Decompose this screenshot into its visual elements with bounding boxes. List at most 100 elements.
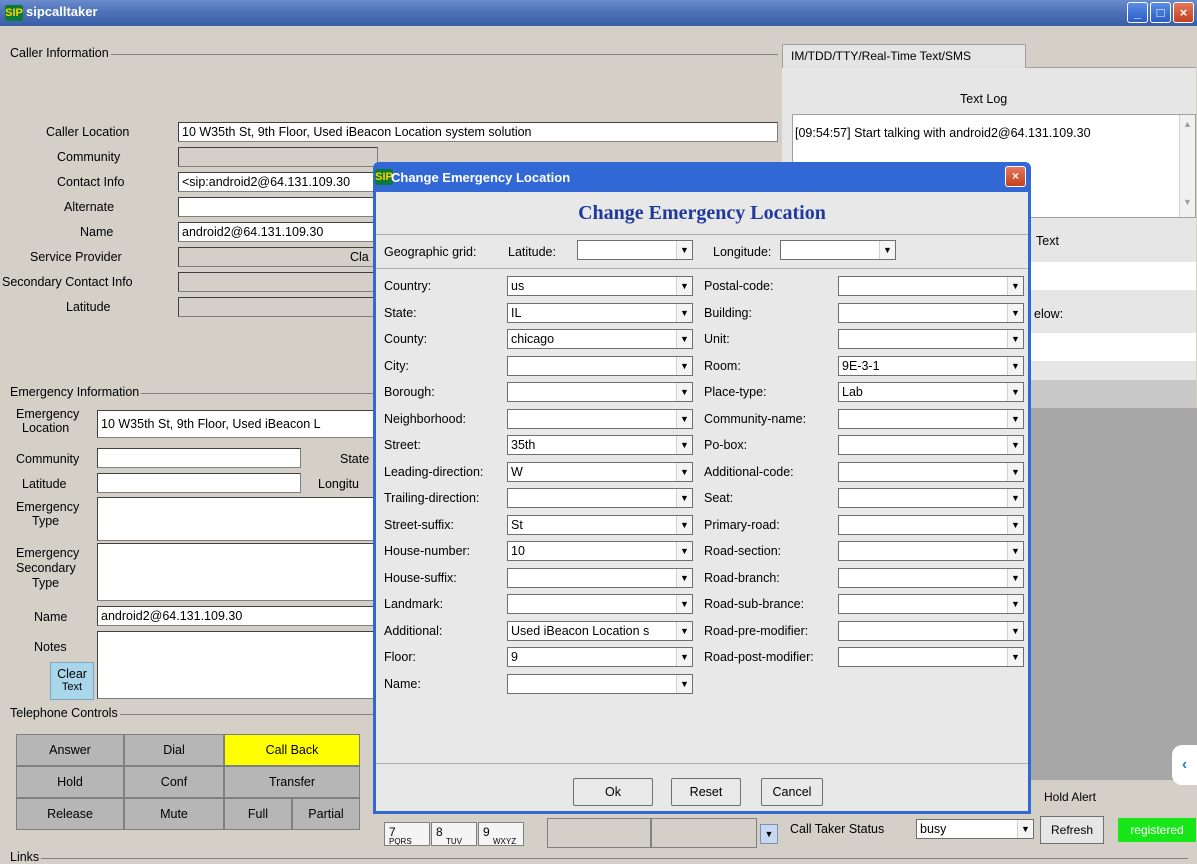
left-select-10[interactable]: 10 ▼	[507, 541, 693, 561]
right-select-4[interactable]: Lab ▼	[838, 382, 1024, 402]
maximize-icon[interactable]: □	[1150, 2, 1171, 23]
chevron-down-icon[interactable]: ▼	[676, 436, 692, 454]
right-select-12[interactable]: ▼	[838, 594, 1024, 614]
notes-field[interactable]	[97, 631, 377, 699]
geo-latitude-select[interactable]: ▼	[577, 240, 693, 260]
text-input[interactable]	[1030, 262, 1196, 290]
tab-im-tdd-tty[interactable]: IM/TDD/TTY/Real-Time Text/SMS	[782, 44, 1026, 68]
contact-info-field[interactable]: <sip:android2@64.131.109.30	[178, 172, 378, 192]
alternate-field[interactable]	[178, 197, 378, 217]
speed-dial-dropdown-icon[interactable]: ▼	[760, 824, 778, 844]
hold-button[interactable]: Hold	[16, 766, 124, 798]
chevron-down-icon[interactable]: ▼	[676, 410, 692, 428]
left-select-0[interactable]: us ▼	[507, 276, 693, 296]
left-select-7[interactable]: W ▼	[507, 462, 693, 482]
right-select-5[interactable]: ▼	[838, 409, 1024, 429]
chevron-down-icon[interactable]: ▼	[676, 277, 692, 295]
left-select-2[interactable]: chicago ▼	[507, 329, 693, 349]
call-taker-status-select[interactable]: busy ▼	[916, 819, 1034, 839]
close-icon[interactable]: ×	[1173, 2, 1194, 23]
left-select-15[interactable]: ▼	[507, 674, 693, 694]
dial-button[interactable]: Dial	[124, 734, 224, 766]
chevron-down-icon[interactable]: ▼	[676, 648, 692, 666]
call-back-button[interactable]: Call Back	[224, 734, 360, 766]
caller-location-field[interactable]: 10 W35th St, 9th Floor, Used iBeacon Loc…	[178, 122, 778, 142]
chevron-down-icon[interactable]: ▼	[676, 675, 692, 693]
left-select-6[interactable]: 35th ▼	[507, 435, 693, 455]
right-select-7[interactable]: ▼	[838, 462, 1024, 482]
chevron-down-icon[interactable]: ▼	[676, 241, 692, 259]
chevron-down-icon[interactable]: ▼	[1007, 330, 1023, 348]
chevron-down-icon[interactable]: ▼	[1007, 304, 1023, 322]
geo-longitude-select[interactable]: ▼	[780, 240, 896, 260]
mute-button[interactable]: Mute	[124, 798, 224, 830]
chevron-down-icon[interactable]: ▼	[676, 357, 692, 375]
left-select-5[interactable]: ▼	[507, 409, 693, 429]
minimize-icon[interactable]: _	[1127, 2, 1148, 23]
chevron-down-icon[interactable]: ▼	[676, 304, 692, 322]
release-button[interactable]: Release	[16, 798, 124, 830]
chevron-left-icon[interactable]: ‹	[1172, 745, 1197, 785]
reset-button[interactable]: Reset	[671, 778, 741, 806]
scroll-up-icon[interactable]: ▲	[1180, 119, 1195, 129]
left-select-12[interactable]: ▼	[507, 594, 693, 614]
left-select-11[interactable]: ▼	[507, 568, 693, 588]
chevron-down-icon[interactable]: ▼	[1007, 463, 1023, 481]
chevron-down-icon[interactable]: ▼	[1007, 622, 1023, 640]
emergency-secondary-field[interactable]	[97, 543, 377, 601]
left-select-8[interactable]: ▼	[507, 488, 693, 508]
conf-button[interactable]: Conf	[124, 766, 224, 798]
right-select-2[interactable]: ▼	[838, 329, 1024, 349]
left-select-3[interactable]: ▼	[507, 356, 693, 376]
right-select-11[interactable]: ▼	[838, 568, 1024, 588]
cancel-button[interactable]: Cancel	[761, 778, 823, 806]
chevron-down-icon[interactable]: ▼	[676, 622, 692, 640]
keypad-8-button[interactable]: 8 TUV	[431, 822, 477, 846]
right-select-0[interactable]: ▼	[838, 276, 1024, 296]
chevron-down-icon[interactable]: ▼	[1007, 383, 1023, 401]
left-select-9[interactable]: St ▼	[507, 515, 693, 535]
right-select-1[interactable]: ▼	[838, 303, 1024, 323]
emergency-location-field[interactable]: 10 W35th St, 9th Floor, Used iBeacon L	[97, 410, 377, 438]
left-select-13[interactable]: Used iBeacon Location s ▼	[507, 621, 693, 641]
chevron-down-icon[interactable]: ▼	[676, 516, 692, 534]
text-log-scrollbar[interactable]: ▲ ▼	[1179, 115, 1195, 217]
right-select-8[interactable]: ▼	[838, 488, 1024, 508]
full-button[interactable]: Full	[224, 798, 292, 830]
right-select-6[interactable]: ▼	[838, 435, 1024, 455]
chevron-down-icon[interactable]: ▼	[879, 241, 895, 259]
answer-button[interactable]: Answer	[16, 734, 124, 766]
chevron-down-icon[interactable]: ▼	[1007, 516, 1023, 534]
scroll-down-icon[interactable]: ▼	[1180, 197, 1195, 207]
chevron-down-icon[interactable]: ▼	[1007, 542, 1023, 560]
chevron-down-icon[interactable]: ▼	[1007, 357, 1023, 375]
chevron-down-icon[interactable]: ▼	[1007, 569, 1023, 587]
chevron-down-icon[interactable]: ▼	[1007, 489, 1023, 507]
chevron-down-icon[interactable]: ▼	[676, 383, 692, 401]
right-select-10[interactable]: ▼	[838, 541, 1024, 561]
emergency-type-field[interactable]	[97, 497, 377, 541]
chevron-down-icon[interactable]: ▼	[676, 489, 692, 507]
chevron-down-icon[interactable]: ▼	[676, 542, 692, 560]
right-select-9[interactable]: ▼	[838, 515, 1024, 535]
below-input[interactable]	[1030, 333, 1196, 361]
chevron-down-icon[interactable]: ▼	[676, 595, 692, 613]
chevron-down-icon[interactable]: ▼	[676, 463, 692, 481]
speed-dial-button-2[interactable]	[651, 818, 757, 848]
emergency-name-field[interactable]: android2@64.131.109.30	[97, 606, 377, 626]
chevron-down-icon[interactable]: ▼	[1007, 436, 1023, 454]
right-select-14[interactable]: ▼	[838, 647, 1024, 667]
right-select-3[interactable]: 9E-3-1 ▼	[838, 356, 1024, 376]
ok-button[interactable]: Ok	[573, 778, 653, 806]
right-select-13[interactable]: ▼	[838, 621, 1024, 641]
chevron-down-icon[interactable]: ▼	[1007, 277, 1023, 295]
chevron-down-icon[interactable]: ▼	[676, 330, 692, 348]
partial-button[interactable]: Partial	[292, 798, 360, 830]
dialog-close-icon[interactable]: ×	[1005, 166, 1026, 187]
transfer-button[interactable]: Transfer	[224, 766, 360, 798]
emergency-latitude-field[interactable]	[97, 473, 301, 493]
left-select-4[interactable]: ▼	[507, 382, 693, 402]
chevron-down-icon[interactable]: ▼	[1007, 648, 1023, 666]
clear-text-button[interactable]: Clear Text	[50, 662, 94, 700]
chevron-down-icon[interactable]: ▼	[1017, 820, 1033, 838]
